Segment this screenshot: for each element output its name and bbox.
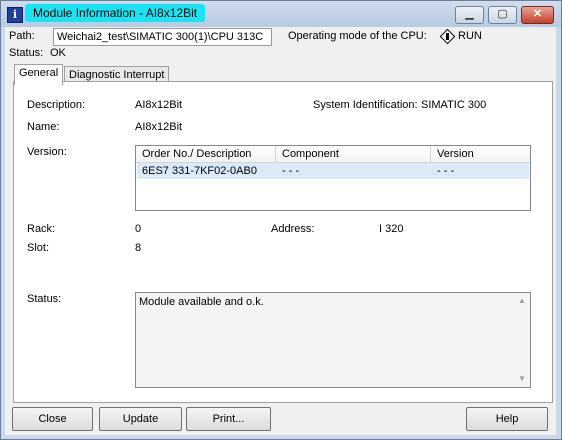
window-title: Module Information - AI8x12Bit [25, 4, 206, 22]
row-version: - - - [437, 165, 455, 177]
opmode-label: Operating mode of the CPU: [288, 30, 427, 42]
column-order-no[interactable]: Order No./ Description [136, 146, 276, 162]
row-order-no: 6ES7 331-7KF02-0AB0 [142, 165, 257, 177]
print-button[interactable]: Print... [186, 407, 271, 431]
row-component: - - - [282, 165, 300, 177]
scroll-up-icon[interactable]: ▲ [514, 293, 530, 309]
status-label: Status: [9, 47, 44, 59]
update-button[interactable]: Update [99, 407, 182, 431]
path-label: Path: [9, 30, 35, 42]
close-icon: ✕ [532, 8, 543, 20]
slot-label: Slot: [27, 242, 50, 254]
module-status-text: Module available and o.k. [139, 296, 264, 308]
sysid-value: SIMATIC 300 [421, 99, 487, 111]
general-tab-panel: Description: AI8x12Bit System Identifica… [13, 81, 553, 403]
status-value: OK [50, 47, 66, 59]
column-version[interactable]: Version [431, 146, 530, 162]
name-value: AI8x12Bit [135, 121, 183, 133]
maximize-icon: ▢ [497, 8, 508, 20]
description-label: Description: [27, 99, 86, 111]
sysid-label: System Identification: [313, 99, 418, 111]
path-field[interactable]: Weichai2_test\SIMATIC 300(1)\CPU 313C [53, 28, 272, 46]
status-scrollbar[interactable]: ▲ ▼ [514, 293, 530, 387]
rack-value: 0 [135, 223, 142, 235]
close-button[interactable]: Close [12, 407, 93, 431]
dialog-content: Path: Weichai2_test\SIMATIC 300(1)\CPU 3… [5, 27, 556, 435]
address-value: I 320 [379, 223, 404, 235]
rack-label: Rack: [27, 223, 56, 235]
module-status-label: Status: [27, 293, 62, 305]
title-bar[interactable]: i Module Information - AI8x12Bit ▁ ▢ ✕ [1, 1, 561, 27]
minimize-button[interactable]: ▁ [455, 6, 484, 24]
maximize-button[interactable]: ▢ [488, 6, 517, 24]
name-label: Name: [27, 121, 60, 133]
module-status-box[interactable]: Module available and o.k. ▲ ▼ [135, 292, 531, 388]
module-information-window: i Module Information - AI8x12Bit ▁ ▢ ✕ P… [0, 0, 562, 440]
tab-general[interactable]: General [14, 64, 64, 85]
scroll-down-icon[interactable]: ▼ [514, 371, 530, 387]
close-window-button[interactable]: ✕ [521, 6, 554, 24]
description-value: AI8x12Bit [135, 99, 183, 111]
version-table-header: Order No./ Description Component Version [136, 146, 530, 163]
version-table[interactable]: Order No./ Description Component Version… [135, 145, 531, 211]
help-button[interactable]: Help [466, 407, 548, 431]
column-component[interactable]: Component [276, 146, 431, 162]
version-label: Version: [27, 146, 67, 158]
minimize-icon: ▁ [465, 8, 474, 20]
slot-value: 8 [135, 242, 142, 254]
info-icon: i [7, 7, 23, 23]
opmode-value: RUN [458, 30, 482, 42]
address-label: Address: [271, 223, 315, 235]
